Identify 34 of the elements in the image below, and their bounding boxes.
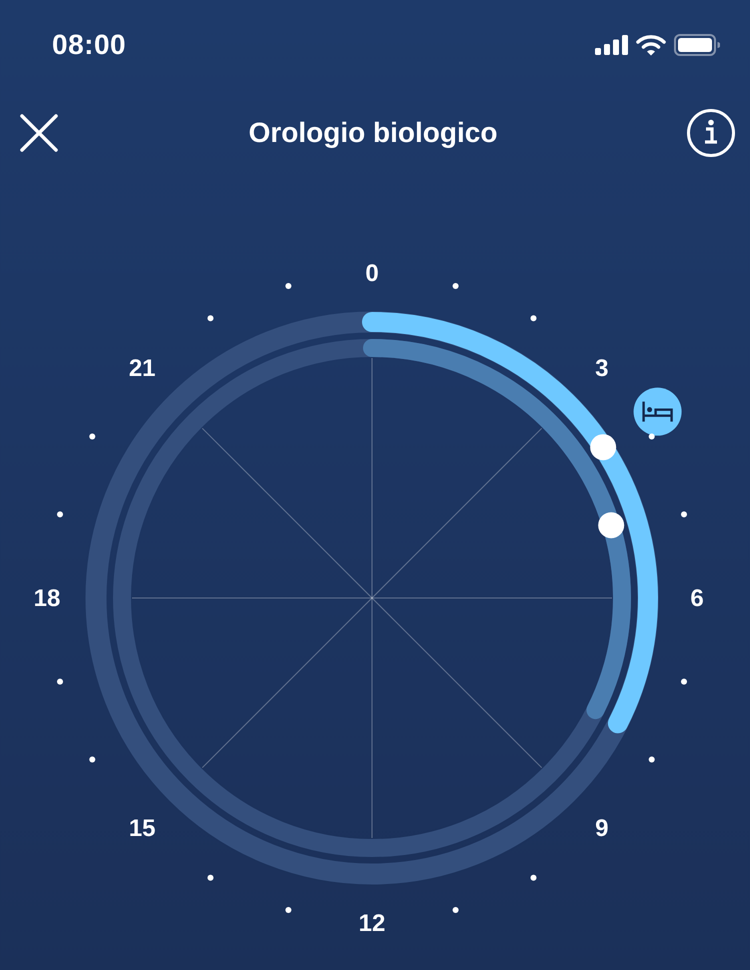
tick-dot — [530, 874, 536, 881]
close-button[interactable] — [18, 112, 60, 154]
hour-label: 3 — [595, 355, 608, 382]
hour-label: 15 — [128, 814, 156, 842]
hour-label: 12 — [358, 910, 386, 937]
wifi-icon — [636, 34, 666, 56]
tick-dot — [89, 434, 96, 440]
tick-dot — [89, 756, 96, 762]
tick-dot — [57, 678, 63, 685]
tick-dot — [208, 315, 214, 322]
status-time: 08:00 — [52, 28, 126, 62]
tick-dot — [681, 678, 687, 685]
tick-dot — [648, 434, 655, 440]
bed-icon — [634, 388, 682, 436]
tick-dot — [530, 315, 536, 322]
hour-label: 21 — [128, 355, 156, 382]
hour-label: 9 — [595, 814, 608, 842]
tick-dot — [681, 511, 687, 518]
tick-dot — [285, 283, 292, 289]
tick-dot — [452, 283, 459, 289]
tick-dot — [208, 874, 214, 881]
hour-label: 0 — [365, 260, 379, 287]
battery-icon — [674, 34, 720, 56]
tick-dot — [57, 511, 63, 518]
screen-title: Orologio biologico — [248, 116, 498, 150]
tick-dot — [452, 907, 459, 913]
info-button[interactable] — [686, 108, 736, 158]
tick-dot — [285, 907, 292, 913]
hour-label: 6 — [690, 585, 704, 612]
slider-handle[interactable] — [590, 434, 616, 460]
signal-icon — [595, 35, 628, 55]
slider-handle[interactable] — [598, 512, 624, 538]
hour-label: 18 — [34, 585, 60, 612]
tick-dot — [648, 756, 655, 762]
